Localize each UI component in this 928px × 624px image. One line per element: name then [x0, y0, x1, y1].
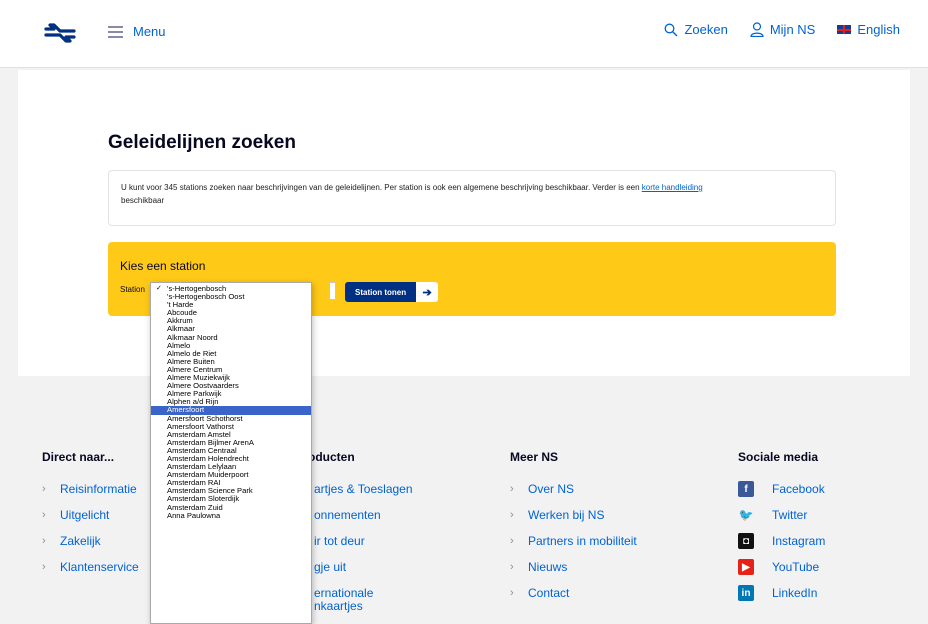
- chevron-right-icon: ›: [42, 561, 46, 573]
- hamburger-icon: [108, 25, 123, 38]
- footer-link-label: Contact: [528, 586, 570, 600]
- footer-link-label: nkaartjes: [314, 599, 363, 613]
- intro-box: U kunt voor 345 stations zoeken naar bes…: [108, 170, 836, 226]
- footer-link-label: Over NS: [528, 482, 575, 496]
- intro-text: U kunt voor 345 stations zoeken naar bes…: [121, 183, 642, 192]
- footer-link[interactable]: ›artjes & Toeslagen: [296, 476, 413, 502]
- uk-flag-icon: [837, 25, 852, 34]
- youtube-icon: ▶: [738, 559, 754, 575]
- arrow-right-icon: ➔: [416, 282, 439, 302]
- chevron-right-icon: ›: [510, 483, 514, 495]
- footer-heading: producten: [296, 450, 355, 464]
- social-link-label: Twitter: [772, 508, 808, 522]
- ns-logo-icon[interactable]: [40, 20, 80, 46]
- social-link-label: LinkedIn: [772, 586, 818, 600]
- instagram-icon: ◘: [738, 533, 754, 549]
- search-link[interactable]: Zoeken: [664, 22, 728, 37]
- social-link-label: YouTube: [772, 560, 820, 574]
- footer-link[interactable]: ›ir tot deur: [296, 528, 413, 554]
- social-link-label: Instagram: [772, 534, 826, 548]
- social-link[interactable]: f Facebook: [738, 476, 825, 502]
- facebook-icon: f: [738, 481, 754, 497]
- footer-link[interactable]: › Partners in mobiliteit: [510, 528, 637, 554]
- twitter-icon: 🐦: [738, 508, 754, 522]
- footer-link-label: ir tot deur: [314, 534, 365, 548]
- footer-link-label: onnementen: [314, 508, 381, 522]
- chevron-right-icon: ›: [42, 509, 46, 521]
- station-select[interactable]: [330, 282, 336, 300]
- footer-link-label: Klantenservice: [60, 560, 139, 574]
- social-link-label: Facebook: [772, 482, 825, 496]
- footer-link-label: Nieuws: [528, 560, 568, 574]
- chooser-heading: Kies een station: [120, 259, 206, 273]
- footer-link[interactable]: › Over NS: [510, 476, 637, 502]
- footer-link[interactable]: ›onnementen: [296, 502, 413, 528]
- site-header: Menu Zoeken Mijn NS English: [0, 0, 928, 68]
- my-ns-label: Mijn NS: [769, 22, 816, 37]
- chevron-right-icon: ›: [510, 587, 514, 599]
- menu-button[interactable]: Menu: [108, 24, 166, 39]
- station-label: Station: [120, 285, 145, 294]
- footer-link-label: ernationale: [314, 586, 374, 600]
- chevron-right-icon: ›: [510, 509, 514, 521]
- site-footer: Direct naar... › Reisinformatie › Uitgelich…: [0, 412, 928, 624]
- footer-link-label: Partners in mobiliteit: [528, 534, 637, 548]
- social-link[interactable]: 🐦 Twitter: [738, 502, 825, 528]
- footer-link-label: Zakelijk: [60, 534, 101, 548]
- footer-heading: Meer NS: [510, 450, 559, 464]
- footer-col-direct: Direct naar... › Reisinformatie › Uitgelich…: [42, 450, 139, 580]
- social-link[interactable]: ▶ YouTube: [738, 554, 825, 580]
- menu-label: Menu: [133, 24, 166, 39]
- footer-link-label: artjes & Toeslagen: [314, 482, 413, 496]
- footer-link[interactable]: › Reisinformatie: [42, 476, 139, 502]
- show-station-button[interactable]: Station tonen ➔: [345, 282, 439, 302]
- station-option[interactable]: Anna Paulowna: [151, 511, 311, 520]
- footer-link[interactable]: › Werken bij NS: [510, 502, 637, 528]
- footer-link[interactable]: › Zakelijk: [42, 528, 139, 554]
- footer-link-label: Uitgelicht: [60, 508, 110, 522]
- footer-col-social: Sociale media f Facebook 🐦 Twitter ◘ Instagra…: [738, 450, 825, 606]
- my-ns-link[interactable]: Mijn NS: [750, 22, 816, 37]
- footer-link[interactable]: › Contact: [510, 580, 637, 606]
- intro-tail: beschikbaar: [121, 196, 165, 205]
- footer-link[interactable]: nkaartjes: [296, 599, 413, 613]
- footer-col-products: producten ›artjes & Toeslagen›onnementen…: [296, 450, 413, 613]
- social-link[interactable]: in LinkedIn: [738, 580, 825, 606]
- chevron-right-icon: ›: [42, 535, 46, 547]
- linkedin-icon: in: [738, 585, 754, 601]
- chevron-right-icon: ›: [510, 561, 514, 573]
- station-dropdown-list[interactable]: 's-Hertogenbosch's-Hertogenbosch Oost't …: [150, 282, 312, 624]
- footer-link-label: Reisinformatie: [60, 482, 137, 496]
- footer-link-label: Werken bij NS: [528, 508, 605, 522]
- footer-heading: Sociale media: [738, 450, 819, 464]
- social-link[interactable]: ◘ Instagram: [738, 528, 825, 554]
- chevron-right-icon: ›: [510, 535, 514, 547]
- manual-link[interactable]: korte handleiding: [642, 183, 703, 192]
- user-icon: [750, 22, 764, 37]
- show-station-label: Station tonen: [345, 282, 417, 302]
- footer-col-meer-ns: Meer NS › Over NS › Werken bij NS › Partners …: [510, 450, 637, 606]
- footer-link[interactable]: › Klantenservice: [42, 554, 139, 580]
- footer-link[interactable]: › Uitgelicht: [42, 502, 139, 528]
- page-title: Geleidelijnen zoeken: [108, 132, 296, 153]
- search-icon: [665, 23, 678, 36]
- search-label: Zoeken: [684, 22, 728, 37]
- chevron-right-icon: ›: [42, 483, 46, 495]
- footer-link[interactable]: › Nieuws: [510, 554, 637, 580]
- footer-heading: Direct naar...: [42, 450, 115, 464]
- footer-link-label: gje uit: [314, 560, 347, 574]
- footer-link[interactable]: ›gje uit: [296, 554, 413, 580]
- language-label: English: [857, 22, 900, 37]
- language-link[interactable]: English: [837, 22, 900, 37]
